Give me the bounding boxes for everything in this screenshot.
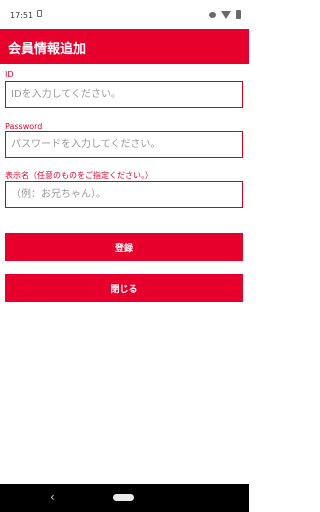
- status-bar: 17:51: [0, 0, 249, 29]
- password-label: Password: [5, 122, 43, 131]
- password-field-box: [5, 131, 243, 158]
- wifi-icon: [221, 10, 231, 19]
- display-name-field-box: [5, 181, 243, 208]
- navigation-bar: ‹: [0, 484, 249, 512]
- display-name-input[interactable]: [6, 182, 242, 207]
- page-title: 会員情報追加: [8, 42, 87, 57]
- display-name-label: 表示名（任意のものをご指定ください。）: [5, 171, 153, 180]
- id-label: ID: [5, 70, 14, 79]
- id-input[interactable]: [6, 82, 242, 107]
- sim-card-icon: [37, 10, 42, 17]
- register-button[interactable]: 登録: [5, 233, 243, 261]
- id-field-box: [5, 81, 243, 108]
- home-pill-icon[interactable]: [113, 494, 134, 501]
- back-icon[interactable]: ‹: [50, 490, 55, 504]
- close-button[interactable]: 閉じる: [5, 274, 243, 302]
- battery-icon: [236, 10, 241, 19]
- status-icons: [209, 10, 241, 19]
- app-bar: 会員情報追加: [0, 29, 249, 64]
- status-time: 17:51: [10, 11, 34, 20]
- eye-icon: [209, 11, 216, 18]
- password-input[interactable]: [6, 132, 242, 157]
